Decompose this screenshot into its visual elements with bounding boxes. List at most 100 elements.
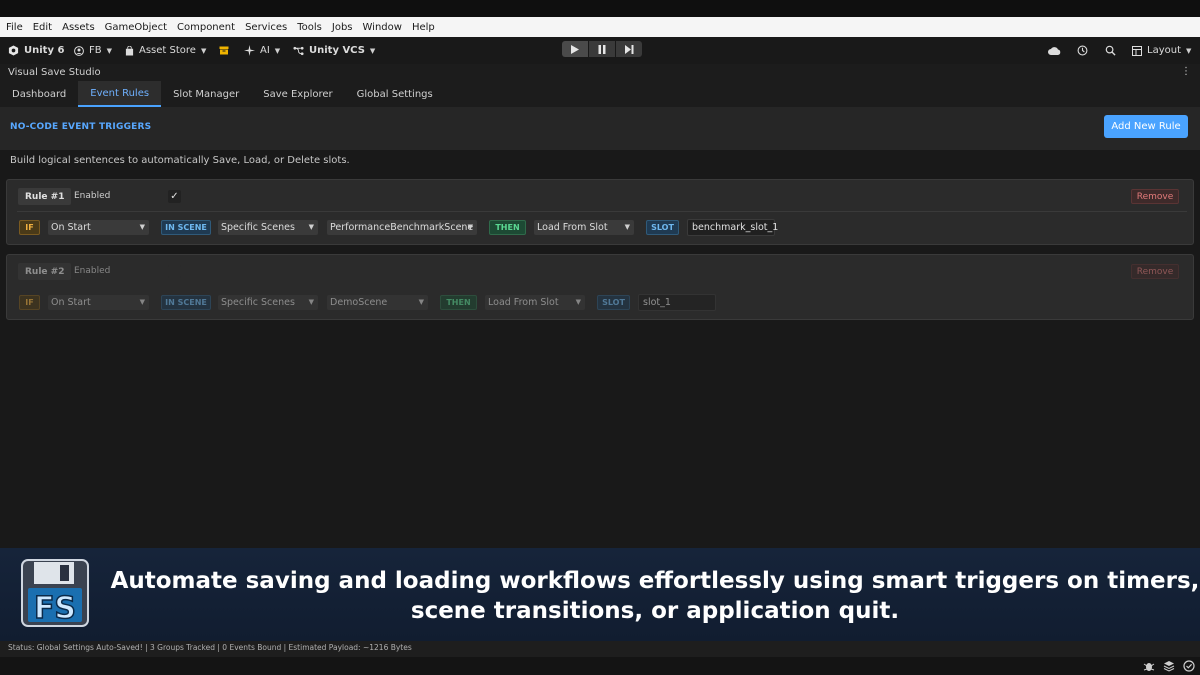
branch-icon xyxy=(293,46,304,56)
play-icon xyxy=(571,44,579,54)
menu-window[interactable]: Window xyxy=(363,22,402,33)
unity-version-button[interactable]: Unity 6 xyxy=(8,37,64,64)
trigger-value: On Start xyxy=(51,297,91,308)
action-dropdown[interactable]: Load From Slot ▼ xyxy=(485,295,585,310)
bug-icon[interactable] xyxy=(1143,660,1155,672)
banner-headline: Automate saving and loading workflows ef… xyxy=(110,568,1200,624)
section-header: NO-CODE EVENT TRIGGERS Add New Rule xyxy=(0,107,1200,150)
stack-icon[interactable] xyxy=(1163,660,1175,672)
account-icon xyxy=(74,45,84,56)
pause-button[interactable] xyxy=(589,41,615,57)
vcs-label: Unity VCS xyxy=(309,45,365,56)
asset-store-button[interactable]: Asset Store ▼ xyxy=(125,37,206,64)
step-button[interactable] xyxy=(616,41,642,57)
enabled-checkbox[interactable]: ✓ xyxy=(168,190,181,203)
menu-file[interactable]: File xyxy=(6,22,23,33)
layout-icon xyxy=(1132,45,1142,56)
play-button[interactable] xyxy=(562,41,588,57)
remove-rule-button[interactable]: Remove xyxy=(1131,264,1179,279)
dropdown-arrow-icon: ▼ xyxy=(139,298,145,306)
remove-rule-button[interactable]: Remove xyxy=(1131,189,1179,204)
more-options-icon[interactable]: ⋮ xyxy=(1181,66,1191,77)
rule-label: Rule #2 xyxy=(18,263,72,280)
scene-mode-value: Specific Scenes xyxy=(221,222,295,233)
editor-bottom-bar xyxy=(0,657,1200,675)
menu-assets[interactable]: Assets xyxy=(62,22,95,33)
status-text: Status: Global Settings Auto-Saved! | 3 … xyxy=(8,643,412,652)
menu-tools[interactable]: Tools xyxy=(297,22,322,33)
pause-icon xyxy=(598,44,606,54)
unity-logo-icon xyxy=(8,45,19,56)
cloud-icon xyxy=(1048,47,1061,55)
action-value: Load From Slot xyxy=(488,297,559,308)
dropdown-arrow-icon: ▼ xyxy=(467,223,473,231)
menu-jobs[interactable]: Jobs xyxy=(332,22,353,33)
dropdown-arrow-icon: ▼ xyxy=(575,298,581,306)
dropdown-arrow-icon: ▼ xyxy=(624,223,630,231)
scene-value: PerformanceBenchmarkScene xyxy=(330,222,474,233)
enabled-label: Enabled xyxy=(74,191,111,201)
promo-banner: FS Automate saving and loading workflows… xyxy=(0,548,1200,641)
rule-sentence: IF On Start ▼ IN SCENE Specific Scenes ▼ P… xyxy=(7,219,1193,236)
account-label: FB xyxy=(89,45,102,56)
cloud-button[interactable] xyxy=(1048,37,1061,64)
enabled-checkbox[interactable] xyxy=(168,265,181,278)
top-bezel xyxy=(0,0,1200,17)
package-button[interactable] xyxy=(219,37,234,64)
history-icon xyxy=(1077,45,1088,56)
ai-button[interactable]: AI ▼ xyxy=(244,37,280,64)
in-scene-tag: IN SCENE xyxy=(161,220,211,235)
action-value: Load From Slot xyxy=(537,222,608,233)
shopping-bag-icon xyxy=(125,45,134,56)
slot-tag: SLOT xyxy=(597,295,630,310)
scene-mode-dropdown[interactable]: Specific Scenes ▼ xyxy=(218,220,318,235)
trigger-dropdown[interactable]: On Start ▼ xyxy=(48,295,149,310)
rule-card: Rule #2 Enabled Remove IF On Start ▼ IN S… xyxy=(6,254,1194,320)
logo-text: FS xyxy=(34,591,76,626)
rule-sentence: IF On Start ▼ IN SCENE Specific Scenes ▼ D… xyxy=(7,294,1193,311)
menu-gameobject[interactable]: GameObject xyxy=(105,22,167,33)
chevron-down-icon: ▼ xyxy=(274,46,281,55)
tab-save-explorer[interactable]: Save Explorer xyxy=(251,81,344,107)
layout-dropdown[interactable]: Layout ▼ xyxy=(1132,37,1191,64)
tab-bar: Dashboard Event Rules Slot Manager Save … xyxy=(0,81,1200,107)
if-tag: IF xyxy=(19,220,40,235)
trigger-value: On Start xyxy=(51,222,91,233)
status-bar: Status: Global Settings Auto-Saved! | 3 … xyxy=(0,641,1200,657)
scene-dropdown[interactable]: DemoScene ▼ xyxy=(327,295,428,310)
divider xyxy=(17,211,1187,212)
slot-input[interactable]: slot_1 xyxy=(638,294,716,311)
menu-component[interactable]: Component xyxy=(177,22,235,33)
scene-dropdown[interactable]: PerformanceBenchmarkScene ▼ xyxy=(327,220,477,235)
account-button[interactable]: FB ▼ xyxy=(74,37,112,64)
sparkle-icon xyxy=(244,45,255,56)
search-icon xyxy=(1105,45,1116,56)
add-new-rule-button[interactable]: Add New Rule xyxy=(1104,115,1188,138)
check-circle-icon[interactable] xyxy=(1183,660,1195,672)
tab-slot-manager[interactable]: Slot Manager xyxy=(161,81,251,107)
action-dropdown[interactable]: Load From Slot ▼ xyxy=(534,220,634,235)
floppy-disk-logo: FS xyxy=(21,559,89,627)
scene-mode-dropdown[interactable]: Specific Scenes ▼ xyxy=(218,295,318,310)
version-control-button[interactable]: Unity VCS ▼ xyxy=(293,37,375,64)
layout-label: Layout xyxy=(1147,45,1181,56)
in-scene-tag: IN SCENE xyxy=(161,295,211,310)
chevron-down-icon: ▼ xyxy=(200,46,207,55)
step-icon xyxy=(624,44,633,54)
tab-dashboard[interactable]: Dashboard xyxy=(0,81,78,107)
menu-help[interactable]: Help xyxy=(412,22,435,33)
dropdown-arrow-icon: ▼ xyxy=(308,223,314,231)
enabled-label: Enabled xyxy=(74,266,111,276)
rule-card: Rule #1 Enabled ✓ Remove IF On Start ▼ IN… xyxy=(6,179,1194,245)
tab-event-rules[interactable]: Event Rules xyxy=(78,81,162,107)
then-tag: THEN xyxy=(489,220,526,235)
history-button[interactable] xyxy=(1077,37,1088,64)
tab-global-settings[interactable]: Global Settings xyxy=(345,81,445,107)
menu-services[interactable]: Services xyxy=(245,22,287,33)
search-button[interactable] xyxy=(1105,37,1116,64)
trigger-dropdown[interactable]: On Start ▼ xyxy=(48,220,149,235)
menu-edit[interactable]: Edit xyxy=(33,22,52,33)
ai-label: AI xyxy=(260,45,270,56)
slot-input[interactable]: benchmark_slot_1 xyxy=(687,219,778,236)
main-toolbar: Unity 6 FB ▼ Asset Store ▼ AI ▼ Unity VC… xyxy=(0,37,1200,64)
